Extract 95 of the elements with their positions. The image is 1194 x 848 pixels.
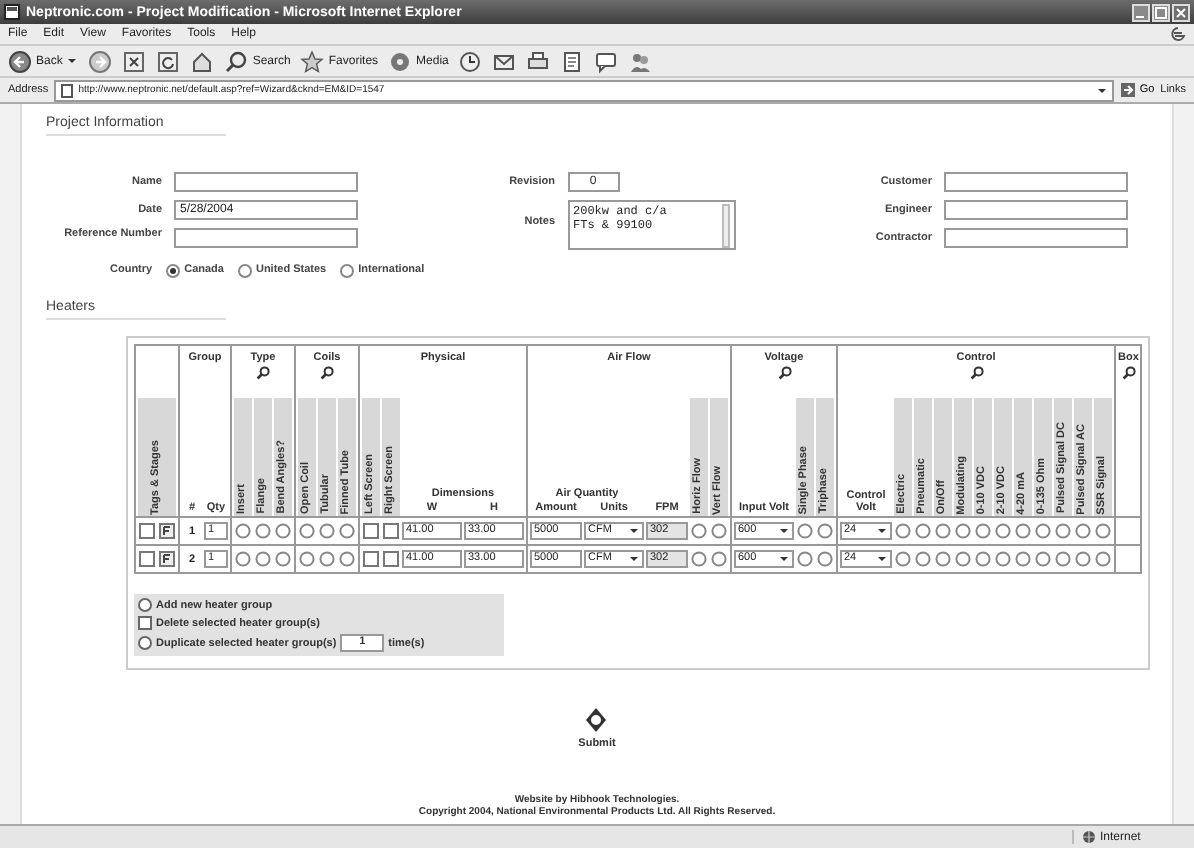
radio-button[interactable]	[1034, 522, 1052, 540]
radio-button[interactable]	[914, 522, 932, 540]
forward-icon[interactable]	[88, 49, 113, 73]
mail-icon[interactable]	[492, 49, 517, 73]
radio-button[interactable]	[816, 522, 834, 540]
page-icon	[60, 83, 75, 97]
submit-arrow-icon	[584, 706, 609, 734]
tag-icon[interactable]	[158, 522, 176, 540]
checkbox[interactable]	[138, 550, 156, 568]
checkbox[interactable]	[362, 550, 380, 568]
text-field[interactable]	[174, 172, 358, 192]
radio-icon[interactable]	[340, 263, 355, 277]
radio-button[interactable]	[318, 522, 336, 540]
globe-icon	[1082, 830, 1096, 844]
minimize-icon[interactable]	[1132, 3, 1150, 21]
radio-button[interactable]	[954, 522, 972, 540]
search-icon	[224, 49, 249, 73]
radio-button[interactable]	[690, 550, 708, 568]
radio-button[interactable]	[298, 522, 316, 540]
radio-button[interactable]	[1074, 550, 1092, 568]
radio-button[interactable]	[254, 550, 272, 568]
caret-icon	[778, 526, 790, 536]
text-field[interactable]	[944, 228, 1128, 248]
radio-button[interactable]	[994, 550, 1012, 568]
radio-button[interactable]	[338, 522, 356, 540]
radio-button[interactable]	[274, 522, 292, 540]
browser-logo-icon	[1170, 26, 1186, 42]
radio-button[interactable]	[298, 550, 316, 568]
radio-button[interactable]	[934, 550, 952, 568]
text-field[interactable]	[944, 172, 1128, 192]
radio-button[interactable]	[1094, 522, 1112, 540]
radio-button[interactable]	[934, 522, 952, 540]
radio-button[interactable]	[1054, 550, 1072, 568]
radio-button[interactable]	[796, 522, 814, 540]
caret-icon	[876, 554, 888, 564]
checkbox[interactable]	[382, 522, 400, 540]
checkbox[interactable]	[362, 522, 380, 540]
radio-button[interactable]	[710, 550, 728, 568]
caret-icon	[628, 554, 640, 564]
chat-icon[interactable]	[594, 49, 619, 73]
people-icon[interactable]	[628, 49, 653, 73]
radio-button[interactable]	[1094, 550, 1112, 568]
radio-button[interactable]	[338, 550, 356, 568]
history-icon[interactable]	[458, 49, 483, 73]
scrollbar-icon	[721, 204, 729, 248]
search-icon[interactable]	[1121, 366, 1136, 380]
radio-button[interactable]	[690, 522, 708, 540]
search-icon[interactable]	[777, 366, 791, 380]
radio-button[interactable]	[816, 550, 834, 568]
radio-button[interactable]	[1034, 550, 1052, 568]
caret-icon	[1095, 85, 1108, 95]
radio-button[interactable]	[1054, 522, 1072, 540]
radio-button[interactable]	[994, 522, 1012, 540]
back-icon	[8, 49, 32, 73]
go-arrow-icon	[1119, 82, 1136, 98]
radio-button[interactable]	[234, 550, 252, 568]
text-field[interactable]	[944, 200, 1128, 220]
printer-icon[interactable]	[526, 49, 551, 73]
radio-button[interactable]	[274, 550, 292, 568]
tag-icon[interactable]	[158, 550, 176, 568]
radio-button[interactable]	[974, 522, 992, 540]
radio-button[interactable]	[894, 522, 912, 540]
caret-icon	[66, 56, 79, 66]
radio-button[interactable]	[318, 550, 336, 568]
radio-button[interactable]	[894, 550, 912, 568]
checkbox[interactable]	[382, 550, 400, 568]
search-icon[interactable]	[320, 366, 334, 380]
radio-button[interactable]	[1074, 522, 1092, 540]
refresh-icon[interactable]	[156, 49, 181, 73]
maximize-icon[interactable]	[1152, 3, 1170, 21]
search-icon[interactable]	[969, 366, 983, 380]
close-icon[interactable]	[1172, 3, 1190, 21]
radio-button[interactable]	[914, 550, 932, 568]
stop-icon[interactable]	[122, 49, 147, 73]
document-icon[interactable]	[560, 49, 585, 73]
checkbox[interactable]	[138, 616, 152, 630]
search-icon[interactable]	[256, 366, 270, 380]
caret-icon	[778, 554, 790, 564]
radio-button[interactable]	[138, 636, 152, 650]
radio-icon[interactable]	[166, 263, 181, 277]
radio-button[interactable]	[974, 550, 992, 568]
radio-button[interactable]	[234, 522, 252, 540]
radio-button[interactable]	[710, 522, 728, 540]
radio-button[interactable]	[138, 598, 152, 612]
caret-icon	[628, 526, 640, 536]
window-icon	[4, 4, 20, 20]
text-field[interactable]	[174, 228, 358, 248]
radio-icon[interactable]	[237, 263, 252, 277]
radio-button[interactable]	[254, 522, 272, 540]
radio-button[interactable]	[796, 550, 814, 568]
caret-icon	[876, 526, 888, 536]
radio-button[interactable]	[954, 550, 972, 568]
radio-button[interactable]	[1014, 550, 1032, 568]
checkbox[interactable]	[138, 522, 156, 540]
radio-button[interactable]	[1014, 522, 1032, 540]
